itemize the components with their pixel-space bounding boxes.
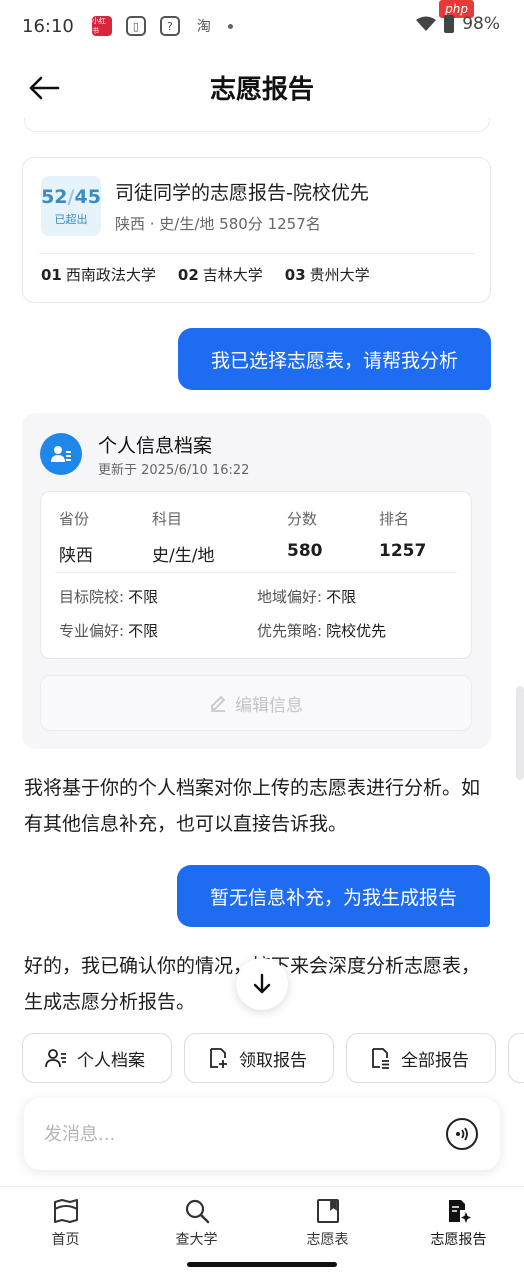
clipboard-icon: ▯ [125, 16, 146, 36]
university-item: 03 贵州大学 [284, 266, 370, 284]
quick-action-claim-report[interactable]: 领取报告 [184, 1033, 334, 1083]
voice-input-button[interactable] [446, 1118, 478, 1150]
home-indicator[interactable] [187, 1262, 337, 1267]
profile-title: 个人信息档案 [98, 435, 213, 457]
doc-tab-icon [314, 1197, 342, 1225]
taobao-icon: 淘 [196, 19, 211, 35]
quick-action-all-reports[interactable]: 全部报告 [346, 1033, 496, 1083]
profile-info-box: 省份 陕西 科目 史/生/地 分数 580 排名 1257 目标院校: 不限 地域… [40, 491, 472, 659]
pref-target-school: 目标院校: 不限 [59, 588, 159, 606]
quick-action-more[interactable] [508, 1033, 524, 1083]
divider [55, 572, 457, 573]
wifi-icon [416, 16, 437, 31]
user-message-bubble: 我已选择志愿表，请帮我分析 [178, 328, 491, 390]
info-field-score: 分数 580 [287, 510, 323, 561]
score-value: 52/45 [41, 185, 101, 208]
pref-strategy: 优先策略: 院校优先 [257, 622, 387, 640]
university-item: 02 吉林大学 [177, 266, 263, 284]
message-composer [24, 1098, 500, 1170]
score-label: 已超出 [54, 212, 88, 226]
status-right: 98% [416, 14, 500, 34]
profile-avatar-icon [40, 433, 82, 475]
university-list: 01 西南政法大学 02 吉林大学 03 贵州大学 [41, 264, 370, 285]
status-icons: 小红书 ▯ ? 淘 [91, 16, 233, 36]
app-header: 志愿报告 [0, 52, 524, 122]
xiaohongshu-icon: 小红书 [91, 16, 112, 36]
previous-card-edge [24, 118, 490, 132]
message-input[interactable] [44, 1118, 424, 1150]
person-list-icon [45, 1049, 66, 1068]
notification-dot-icon [227, 23, 233, 29]
arrow-left-icon [29, 76, 60, 100]
pref-region: 地域偏好: 不限 [257, 588, 357, 606]
score-badge: 52/45 已超出 [41, 176, 101, 236]
edit-info-label: 编辑信息 [235, 695, 303, 716]
profile-updated-time: 更新于 2025/6/10 16:22 [98, 463, 250, 478]
scrollbar[interactable] [516, 686, 524, 780]
battery-icon [444, 15, 455, 33]
nav-item-report[interactable]: 志愿报告 [393, 1187, 524, 1280]
report-title: 司徒同学的志愿报告-院校优先 [115, 182, 369, 204]
person-list-icon [51, 446, 71, 462]
quick-action-profile[interactable]: 个人档案 [22, 1033, 172, 1083]
doc-list-icon [372, 1048, 389, 1069]
profile-card: 个人信息档案 更新于 2025/6/10 16:22 省份 陕西 科目 史/生/… [22, 413, 491, 749]
doc-add-icon [210, 1048, 227, 1068]
edit-info-button[interactable]: 编辑信息 [40, 675, 472, 731]
sound-wave-icon [456, 1127, 468, 1141]
scroll-to-bottom-button[interactable] [236, 958, 288, 1010]
pref-major: 专业偏好: 不限 [59, 622, 159, 640]
report-card[interactable]: 52/45 已超出 司徒同学的志愿报告-院校优先 陕西 · 史/生/地 580分… [22, 157, 491, 303]
report-subtitle: 陕西 · 史/生/地 580分 1257名 [115, 215, 321, 233]
page-title: 志愿报告 [209, 74, 314, 105]
pencil-icon [211, 695, 226, 712]
university-item: 01 西南政法大学 [41, 266, 156, 284]
question-icon: ? [159, 16, 180, 36]
quick-actions: 个人档案 领取报告 全部报告 [22, 1033, 524, 1083]
user-message-bubble: 暂无信息补充，为我生成报告 [177, 865, 490, 927]
info-field-subjects: 科目 史/生/地 [152, 510, 215, 566]
status-bar: 16:10 小红书 ▯ ? 淘 php 98% [0, 0, 524, 52]
assistant-message: 我将基于你的个人档案对你上传的志愿表进行分析。如有其他信息补充，也可以直接告诉我… [24, 777, 481, 835]
search-icon [183, 1197, 211, 1225]
info-field-rank: 排名 1257 [379, 510, 427, 561]
back-button[interactable] [26, 70, 62, 106]
battery-level: 98% [462, 14, 500, 34]
nav-item-home[interactable]: 首页 [0, 1187, 131, 1280]
info-field-province: 省份 陕西 [59, 510, 93, 566]
status-time: 16:10 [22, 15, 74, 37]
divider [39, 253, 474, 254]
map-book-icon [52, 1197, 80, 1225]
arrow-down-icon [253, 973, 271, 994]
report-spark-icon [445, 1197, 473, 1225]
